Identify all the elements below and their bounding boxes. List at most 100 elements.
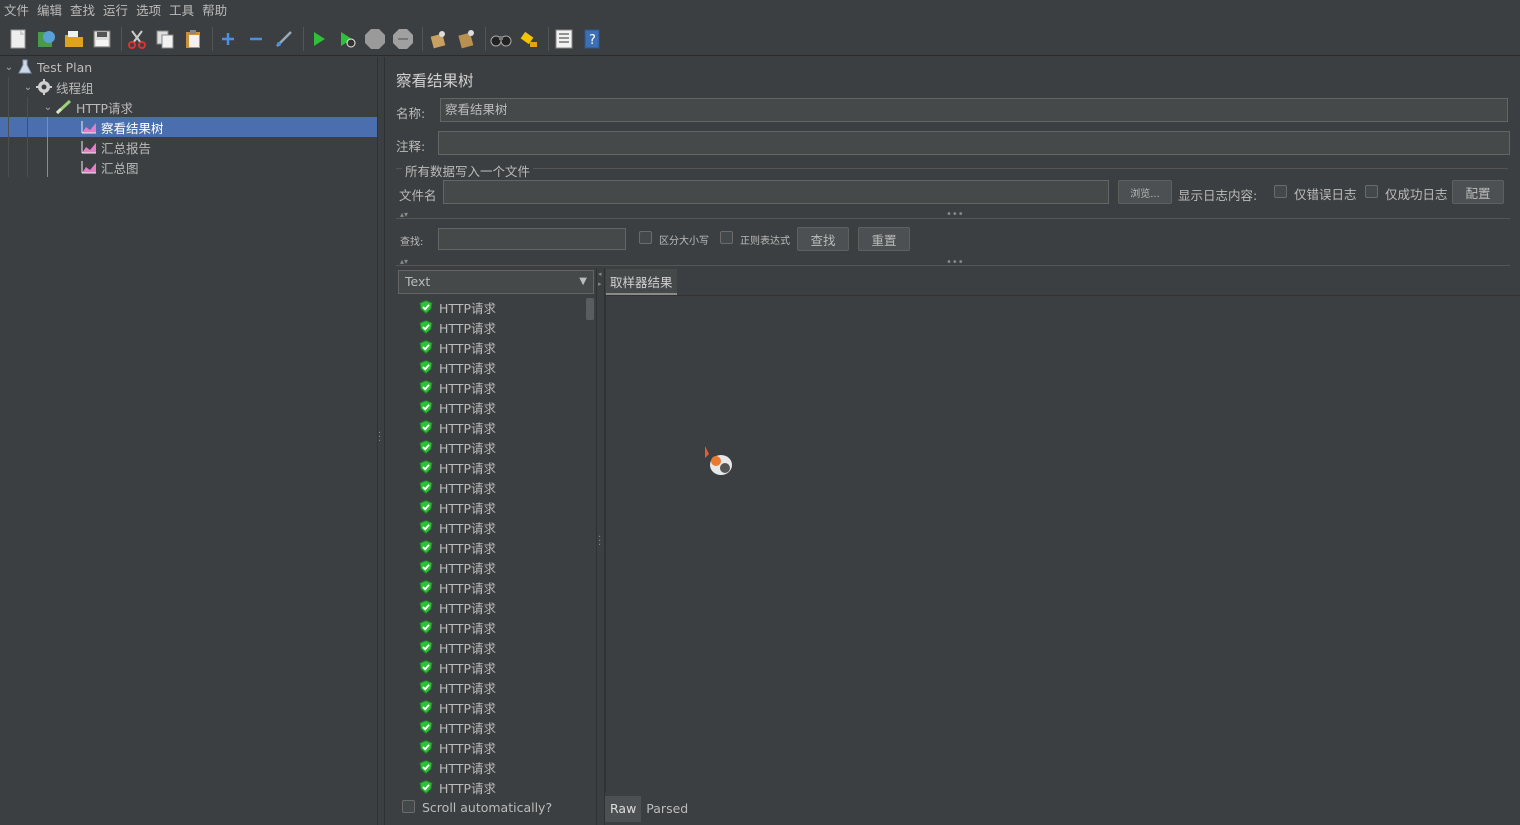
tree-node-summary-graph[interactable]: 汇总图 bbox=[80, 157, 139, 177]
collapse-arrows-icon[interactable]: ◂ ▸ bbox=[598, 269, 602, 289]
errors-only-checkbox[interactable] bbox=[1274, 185, 1287, 198]
list-item[interactable]: HTTP请求 bbox=[419, 657, 496, 677]
new-icon[interactable] bbox=[6, 27, 30, 51]
list-item[interactable]: HTTP请求 bbox=[419, 337, 496, 357]
comment-field[interactable] bbox=[438, 131, 1510, 155]
list-item[interactable]: HTTP请求 bbox=[419, 397, 496, 417]
success-shield-icon bbox=[419, 740, 433, 754]
cut-icon[interactable] bbox=[125, 27, 149, 51]
view-results-tree-panel: 察看结果树 名称: 察看结果树 注释: 所有数据写入一个文件 文件名 浏览...… bbox=[386, 57, 1520, 825]
start-no-pause-icon[interactable] bbox=[335, 27, 359, 51]
list-item[interactable]: HTTP请求 bbox=[419, 357, 496, 377]
list-item[interactable]: HTTP请求 bbox=[419, 537, 496, 557]
list-item[interactable]: HTTP请求 bbox=[419, 697, 496, 717]
shutdown-icon[interactable] bbox=[391, 27, 415, 51]
menu-options[interactable]: 选项 bbox=[132, 0, 165, 22]
tab-parsed[interactable]: Parsed bbox=[641, 796, 693, 822]
list-item[interactable]: HTTP请求 bbox=[419, 677, 496, 697]
chevron-down-icon[interactable]: ⌄ bbox=[41, 102, 55, 113]
section-divider bbox=[396, 168, 1508, 169]
case-sensitive-checkbox[interactable] bbox=[639, 231, 652, 244]
success-shield-icon bbox=[419, 580, 433, 594]
save-icon[interactable] bbox=[90, 27, 114, 51]
search-input[interactable] bbox=[438, 228, 626, 250]
scrollbar-thumb[interactable] bbox=[586, 298, 594, 320]
start-icon[interactable] bbox=[307, 27, 331, 51]
menu-file[interactable]: 文件 bbox=[0, 0, 33, 22]
reset-search-icon[interactable] bbox=[517, 27, 541, 51]
menu-help[interactable]: 帮助 bbox=[198, 0, 231, 22]
list-item[interactable]: HTTP请求 bbox=[419, 737, 496, 757]
list-item[interactable]: HTTP请求 bbox=[419, 497, 496, 517]
success-only-checkbox[interactable] bbox=[1365, 185, 1378, 198]
list-item[interactable]: HTTP请求 bbox=[419, 517, 496, 537]
tree-guide-line bbox=[47, 117, 48, 177]
result-detail-panel: 取样器结果 Raw Parsed bbox=[605, 268, 1520, 825]
stop-icon[interactable] bbox=[363, 27, 387, 51]
list-item[interactable]: HTTP请求 bbox=[419, 717, 496, 737]
tree-node-thread-group[interactable]: ⌄ 线程组 bbox=[21, 77, 94, 97]
menu-tools[interactable]: 工具 bbox=[165, 0, 198, 22]
tree-node-summary-report[interactable]: 汇总报告 bbox=[80, 137, 151, 157]
tree-node-view-results-tree[interactable]: 察看结果树 bbox=[80, 117, 164, 137]
tab-raw[interactable]: Raw bbox=[605, 796, 642, 822]
menu-search[interactable]: 查找 bbox=[66, 0, 99, 22]
success-shield-icon bbox=[419, 340, 433, 354]
find-button[interactable]: 查找 bbox=[797, 227, 849, 251]
list-item[interactable]: HTTP请求 bbox=[419, 597, 496, 617]
regex-checkbox[interactable] bbox=[720, 231, 733, 244]
list-item-label: HTTP请求 bbox=[439, 420, 496, 436]
copy-icon[interactable] bbox=[153, 27, 177, 51]
filename-field[interactable] bbox=[443, 180, 1109, 204]
expand-icon[interactable] bbox=[216, 27, 240, 51]
list-item[interactable]: HTTP请求 bbox=[419, 377, 496, 397]
list-item[interactable]: HTTP请求 bbox=[419, 777, 496, 797]
templates-icon[interactable] bbox=[34, 27, 58, 51]
collapse-arrows-icon[interactable]: ▴▾ bbox=[400, 211, 408, 219]
name-field[interactable]: 察看结果树 bbox=[440, 98, 1508, 122]
tree-guide-line bbox=[27, 97, 28, 177]
reset-button[interactable]: 重置 bbox=[858, 227, 910, 251]
list-item[interactable]: HTTP请求 bbox=[419, 317, 496, 337]
paste-icon[interactable] bbox=[181, 27, 205, 51]
toggle-icon[interactable] bbox=[272, 27, 296, 51]
list-item[interactable]: HTTP请求 bbox=[419, 637, 496, 657]
list-item[interactable]: HTTP请求 bbox=[419, 417, 496, 437]
menu-edit[interactable]: 编辑 bbox=[33, 0, 66, 22]
list-item[interactable]: HTTP请求 bbox=[419, 557, 496, 577]
open-icon[interactable] bbox=[62, 27, 86, 51]
tab-sampler-result[interactable]: 取样器结果 bbox=[606, 269, 677, 295]
collapse-icon[interactable] bbox=[244, 27, 268, 51]
tree-node-test-plan[interactable]: ⌄ Test Plan bbox=[2, 57, 92, 77]
chevron-down-icon[interactable]: ⌄ bbox=[2, 62, 16, 73]
results-splitter[interactable]: ◂ ▸ · · · bbox=[596, 268, 605, 825]
chevron-down-icon[interactable]: ⌄ bbox=[21, 82, 35, 93]
success-shield-icon bbox=[419, 520, 433, 534]
list-item[interactable]: HTTP请求 bbox=[419, 297, 496, 317]
success-shield-icon bbox=[419, 760, 433, 774]
list-item[interactable]: HTTP请求 bbox=[419, 437, 496, 457]
list-item[interactable]: HTTP请求 bbox=[419, 477, 496, 497]
list-item[interactable]: HTTP请求 bbox=[419, 577, 496, 597]
browse-button[interactable]: 浏览... bbox=[1118, 180, 1172, 204]
list-item[interactable]: HTTP请求 bbox=[419, 617, 496, 637]
clear-icon[interactable] bbox=[426, 27, 450, 51]
success-shield-icon bbox=[419, 700, 433, 714]
tree-node-http-request[interactable]: ⌄ HTTP请求 bbox=[41, 97, 133, 117]
main-splitter[interactable]: · · · bbox=[377, 57, 385, 825]
menu-run[interactable]: 运行 bbox=[99, 0, 132, 22]
scroll-auto-checkbox[interactable] bbox=[402, 800, 415, 813]
configure-button[interactable]: 配置 bbox=[1452, 180, 1504, 204]
list-item-label: HTTP请求 bbox=[439, 400, 496, 416]
splitter-grip-icon[interactable]: ••• bbox=[946, 210, 964, 220]
collapse-arrows-icon[interactable]: ▴▾ bbox=[400, 258, 408, 266]
list-item[interactable]: HTTP请求 bbox=[419, 757, 496, 777]
clear-all-icon[interactable] bbox=[454, 27, 478, 51]
function-helper-icon[interactable] bbox=[552, 27, 576, 51]
chevron-down-icon: ▼ bbox=[579, 276, 587, 287]
list-item[interactable]: HTTP请求 bbox=[419, 457, 496, 477]
help-icon[interactable]: ? bbox=[580, 27, 604, 51]
renderer-select[interactable]: Text ▼ bbox=[398, 270, 594, 294]
splitter-grip-icon[interactable]: ••• bbox=[946, 258, 964, 268]
search-icon[interactable] bbox=[489, 27, 513, 51]
